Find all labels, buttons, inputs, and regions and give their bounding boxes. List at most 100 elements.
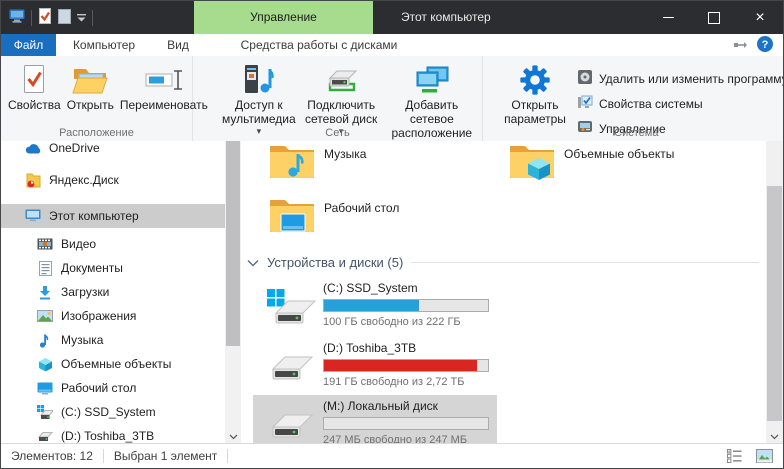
- sidebar-item-onedrive[interactable]: OneDrive: [1, 141, 225, 160]
- selection-count: Выбран 1 элемент: [114, 449, 217, 463]
- file-list-area: Музыка Объемные объекты Рабочий стол Уст…: [241, 141, 783, 443]
- documents-icon: [37, 260, 53, 276]
- sidebar-item-label: Этот компьютер: [49, 209, 139, 223]
- section-title: Устройства и диски (5): [267, 255, 403, 270]
- open-button[interactable]: Открыть: [64, 60, 117, 114]
- button-label: Открыть: [67, 98, 114, 112]
- videos-icon: [37, 236, 53, 252]
- ribbon-group-location: Свойства Открыть Переименовать Расположе…: [1, 56, 193, 141]
- maximize-icon: [708, 12, 720, 24]
- sidebar-item-label: Загрузки: [61, 285, 109, 299]
- sidebar-item-music[interactable]: Музыка: [1, 328, 225, 352]
- qat-properties-button[interactable]: [38, 8, 52, 27]
- sidebar-item-label: Яндекс.Диск: [49, 173, 119, 187]
- drive-d-icon: [37, 428, 53, 443]
- button-label: Подключить сетевой диск: [302, 98, 381, 126]
- sidebar-item-3d-objects[interactable]: Объемные объекты: [1, 352, 225, 376]
- tab-view[interactable]: Вид: [152, 34, 204, 56]
- sidebar-item-documents[interactable]: Документы: [1, 256, 225, 280]
- status-bar: Элементов: 12 Выбран 1 элемент: [1, 443, 783, 468]
- close-icon: ×: [755, 10, 764, 26]
- group-label-system: Система: [483, 127, 784, 139]
- contextual-tab-manage[interactable]: Управление: [194, 1, 373, 34]
- group-label-network: Сеть: [193, 127, 482, 139]
- cube-icon: [37, 356, 53, 372]
- section-rule: [411, 262, 759, 263]
- title-bar: Управление Этот компьютер ×: [1, 1, 783, 34]
- drive-m-icon: [267, 407, 317, 447]
- sidebar-scroll-down-icon[interactable]: [225, 434, 241, 440]
- close-button[interactable]: ×: [737, 1, 783, 34]
- sidebar-scrollbar-thumb[interactable]: [226, 141, 240, 346]
- network-drive-icon: [323, 62, 359, 98]
- sidebar-item-desktop[interactable]: Рабочий стол: [1, 376, 225, 400]
- onedrive-icon: [25, 141, 41, 156]
- ribbon: Свойства Открыть Переименовать Расположе…: [1, 56, 783, 142]
- main-scrollbar[interactable]: [766, 141, 783, 443]
- folder-name: Музыка: [324, 141, 366, 193]
- sidebar-item-this-pc[interactable]: Этот компьютер: [1, 204, 225, 228]
- button-label: Доступ к мультимедиа: [222, 98, 296, 126]
- items-count: Элементов: 12: [11, 449, 93, 463]
- network-location-icon: [414, 62, 450, 98]
- drive-d-icon: [267, 349, 317, 389]
- capacity-bar: [323, 359, 489, 372]
- uninstall-program-button[interactable]: Удалить или изменить программу: [577, 66, 784, 91]
- sidebar-item-videos[interactable]: Видео: [1, 232, 225, 256]
- section-header-devices[interactable]: Устройства и диски (5): [247, 255, 759, 270]
- explorer-window: Управление Этот компьютер × Файл Компьют…: [0, 0, 784, 469]
- ribbon-group-system: Открыть параметры Удалить или изменить п…: [483, 56, 784, 141]
- sidebar-item-drive-c[interactable]: (C:) SSD_System: [1, 400, 225, 424]
- music-icon: [37, 332, 53, 348]
- folder-music-icon: [269, 141, 315, 181]
- button-label: Свойства: [8, 98, 61, 112]
- sidebar-item-label: (D:) Toshiba_3TB: [61, 429, 154, 443]
- pin-ribbon-icon[interactable]: [734, 38, 747, 52]
- tab-computer[interactable]: Компьютер: [56, 34, 152, 56]
- sidebar-item-downloads[interactable]: Загрузки: [1, 280, 225, 304]
- this-pc-icon: [25, 208, 41, 224]
- pictures-icon: [37, 308, 53, 324]
- folder-tile-desktop[interactable]: Рабочий стол: [269, 195, 499, 247]
- help-icon[interactable]: ?: [757, 36, 773, 55]
- settings-gear-icon: [519, 62, 551, 98]
- minimize-button[interactable]: [645, 1, 691, 34]
- properties-button[interactable]: Свойства: [5, 60, 64, 114]
- folder-tile-music[interactable]: Музыка: [269, 141, 499, 193]
- main-scroll-down-icon[interactable]: [766, 434, 783, 440]
- chevron-down-icon[interactable]: [247, 259, 259, 267]
- sidebar-item-label: Музыка: [61, 333, 103, 347]
- drive-name: (C:) SSD_System: [323, 281, 489, 295]
- folder-desktop-icon: [269, 195, 315, 235]
- capacity-bar-fill: [324, 360, 477, 371]
- open-folder-icon: [72, 62, 108, 98]
- open-settings-button[interactable]: Открыть параметры: [493, 60, 577, 128]
- drive-tile-c[interactable]: (C:) SSD_System 100 ГБ свободно из 222 Г…: [253, 277, 497, 335]
- tab-file[interactable]: Файл: [1, 34, 56, 56]
- maximize-button[interactable]: [691, 1, 737, 34]
- details-view-button[interactable]: [723, 446, 745, 466]
- button-label: Открыть параметры: [496, 98, 574, 126]
- sidebar-item-label: OneDrive: [49, 141, 100, 155]
- tab-drive-tools[interactable]: Средства работы с дисками: [234, 34, 404, 56]
- large-icons-view-button[interactable]: [753, 446, 775, 466]
- content-area: OneDrive Яндекс.Диск Этот компьютер: [1, 141, 783, 443]
- sidebar-item-pictures[interactable]: Изображения: [1, 304, 225, 328]
- folder-tile-3d-objects[interactable]: Объемные объекты: [509, 141, 739, 193]
- sidebar-item-drive-d[interactable]: (D:) Toshiba_3TB: [1, 424, 225, 443]
- main-scrollbar-thumb[interactable]: [767, 186, 782, 421]
- folder-name: Объемные объекты: [564, 141, 674, 193]
- sidebar-scrollbar[interactable]: [225, 141, 241, 443]
- status-separator: [227, 449, 228, 463]
- quick-access-toolbar: [9, 1, 93, 34]
- qat-new-folder-button[interactable]: [58, 9, 71, 27]
- drive-tile-d[interactable]: (D:) Toshiba_3TB 191 ГБ свободно из 2,72…: [253, 337, 497, 395]
- folder-name: Рабочий стол: [324, 195, 399, 247]
- qat-customize-dropdown[interactable]: [77, 11, 86, 25]
- sidebar-item-label: Изображения: [61, 309, 136, 323]
- drive-c-icon: [37, 404, 53, 420]
- capacity-bar: [323, 299, 489, 312]
- sidebar-item-yandex-disk[interactable]: Яндекс.Диск: [1, 168, 225, 192]
- desktop-icon: [37, 380, 53, 396]
- system-properties-button[interactable]: Свойства системы: [577, 91, 784, 116]
